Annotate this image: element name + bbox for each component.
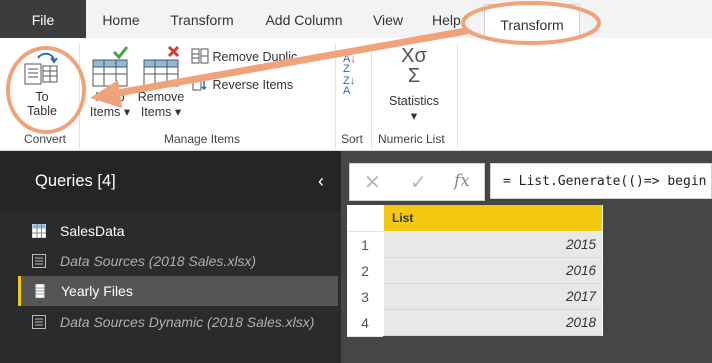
- ribbon-tabs: File Home Transform Add Column View Help…: [0, 0, 712, 39]
- keep-items-icon: [92, 46, 129, 87]
- group-label-sort: Sort: [341, 132, 364, 146]
- row-number: 1: [347, 232, 383, 259]
- cancel-icon[interactable]: ✕: [364, 170, 381, 195]
- query-item-salesdata[interactable]: SalesData: [20, 216, 337, 246]
- row-number: 3: [347, 284, 383, 311]
- query-item-label: Data Sources (2018 Sales.xlsx): [60, 253, 257, 269]
- group-divider: [371, 44, 372, 148]
- remove-duplicates-button[interactable]: Remove Duplic: [191, 48, 297, 64]
- remove-items-label-1: Remove: [137, 90, 185, 104]
- row-number: 4: [347, 310, 383, 337]
- list-icon: [32, 315, 46, 329]
- to-table-label-1: To: [35, 90, 49, 104]
- sort-descending-button[interactable]: Z↓ A: [343, 75, 356, 97]
- sort-desc-icon: Z↓ A: [343, 75, 356, 97]
- tab-help[interactable]: Help: [432, 6, 472, 38]
- to-table-button[interactable]: To Table: [14, 52, 70, 128]
- data-grid: List 1 2015 2 2016 3 2017 4 2018: [347, 205, 603, 337]
- ribbon: To Table Convert Keep Items ▾ Remove Ite…: [0, 38, 712, 151]
- tab-transform[interactable]: Transform: [168, 6, 236, 38]
- tab-context-transform[interactable]: Transform: [484, 4, 580, 39]
- statistics-label: Statistics: [388, 94, 439, 108]
- formula-input[interactable]: = List.Generate(()=> begin: [490, 163, 712, 199]
- queries-title: Queries [4]: [35, 172, 116, 190]
- group-divider: [79, 44, 80, 148]
- chevron-down-icon: ▾: [410, 109, 418, 123]
- remove-items-label-2: Items ▾: [140, 105, 182, 119]
- collapse-chevron-icon[interactable]: ‹: [318, 171, 324, 192]
- group-divider: [335, 44, 336, 148]
- reverse-items-label: Reverse Items: [212, 78, 294, 92]
- reverse-items-icon: [192, 77, 207, 91]
- row-number: 2: [347, 258, 383, 285]
- remove-items-icon: [143, 46, 180, 87]
- keep-items-label-2: Items ▾: [89, 105, 131, 119]
- fx-icon[interactable]: fx: [454, 171, 470, 191]
- formula-bar-buttons: ✕ ✓ fx: [349, 163, 485, 201]
- list-icon: [32, 254, 46, 268]
- sort-ascending-button[interactable]: A↓ Z: [343, 53, 356, 75]
- query-item-data-sources[interactable]: Data Sources (2018 Sales.xlsx): [20, 246, 337, 276]
- tab-view[interactable]: View: [368, 6, 408, 38]
- statistics-button[interactable]: Χσ Σ Statistics ▾: [382, 46, 446, 126]
- group-label-numeric-list: Numeric List: [378, 132, 445, 146]
- group-label-convert: Convert: [24, 132, 67, 146]
- table-cell[interactable]: 2017: [384, 284, 602, 310]
- query-item-label: Yearly Files: [61, 283, 133, 299]
- table-cell[interactable]: 2018: [384, 310, 602, 336]
- queries-header: Queries [4] ‹: [0, 151, 341, 211]
- tab-add-column[interactable]: Add Column: [262, 6, 346, 38]
- group-divider: [457, 44, 458, 148]
- query-item-data-sources-dynamic[interactable]: Data Sources Dynamic (2018 Sales.xlsx): [20, 307, 337, 337]
- query-item-yearly-files[interactable]: Yearly Files: [18, 276, 338, 306]
- keep-items-button[interactable]: Keep Items ▾: [88, 46, 132, 126]
- keep-items-label-1: Keep: [95, 90, 125, 104]
- statistics-icon: Χσ Σ: [401, 45, 427, 87]
- table-icon: [32, 224, 46, 238]
- list-icon: [35, 284, 45, 298]
- grid-corner: [347, 205, 383, 232]
- queries-pane: Queries [4] ‹ SalesData Data Sources (20…: [0, 151, 341, 363]
- table-cell[interactable]: 2015: [384, 232, 602, 258]
- remove-items-button[interactable]: Remove Items ▾: [136, 46, 186, 126]
- table-cell[interactable]: 2016: [384, 258, 602, 284]
- remove-duplicates-icon: [191, 48, 209, 64]
- to-table-label-2: Table: [27, 104, 57, 118]
- column-header-list[interactable]: List: [384, 205, 602, 231]
- query-item-label: Data Sources Dynamic (2018 Sales.xlsx): [60, 314, 315, 330]
- tab-home[interactable]: Home: [96, 6, 146, 38]
- sort-asc-icon: A↓ Z: [343, 53, 356, 75]
- tab-file[interactable]: File: [0, 0, 86, 38]
- group-label-manage-items: Manage Items: [164, 132, 241, 146]
- to-table-icon: [24, 52, 58, 85]
- query-item-label: SalesData: [60, 223, 125, 239]
- remove-duplicates-label: Remove Duplic: [212, 50, 298, 64]
- reverse-items-button[interactable]: Reverse Items: [191, 76, 293, 92]
- check-icon[interactable]: ✓: [410, 170, 427, 195]
